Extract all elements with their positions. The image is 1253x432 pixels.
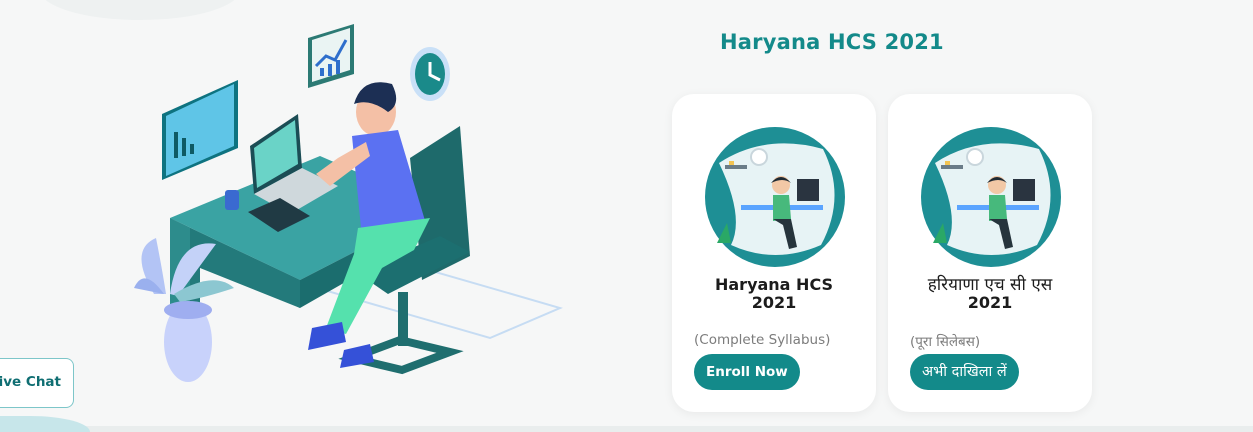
- section-title: Haryana HCS 2021: [720, 30, 944, 54]
- card-title-line2: 2021: [751, 293, 797, 312]
- card-subtitle: (Complete Syllabus): [694, 332, 831, 348]
- student-studying-icon: [921, 127, 1061, 267]
- card-subtitle: (पूरा सिलेबस): [910, 334, 981, 350]
- card-title-line2: 2021: [967, 293, 1013, 312]
- card-title-line1: हरियाणा एच सी एस: [927, 275, 1053, 295]
- card-title: Haryana HCS 2021: [672, 276, 876, 312]
- course-card-hindi[interactable]: हरियाणा एच सी एस 2021 (पूरा सिलेबस) अभी …: [888, 94, 1092, 412]
- wall-chart-icon: [162, 80, 238, 180]
- mug-icon: [225, 190, 239, 210]
- live-chat-label: Live Chat: [0, 374, 61, 390]
- card-title: हरियाणा एच सी एस 2021: [888, 276, 1092, 312]
- live-chat-button[interactable]: Live Chat: [0, 358, 74, 408]
- person-at-desk-illustration: [134, 24, 563, 382]
- card-title-line1: Haryana HCS: [714, 275, 833, 294]
- bottom-strip: [0, 426, 1253, 432]
- enroll-now-hindi-button[interactable]: अभी दाखिला लें: [910, 354, 1019, 390]
- student-studying-icon: [705, 127, 845, 267]
- bar-chart-icon: [308, 24, 354, 88]
- enroll-now-button[interactable]: Enroll Now: [694, 354, 800, 390]
- clock-icon: [410, 47, 450, 101]
- course-card-english[interactable]: Haryana HCS 2021 (Complete Syllabus) Enr…: [672, 94, 876, 412]
